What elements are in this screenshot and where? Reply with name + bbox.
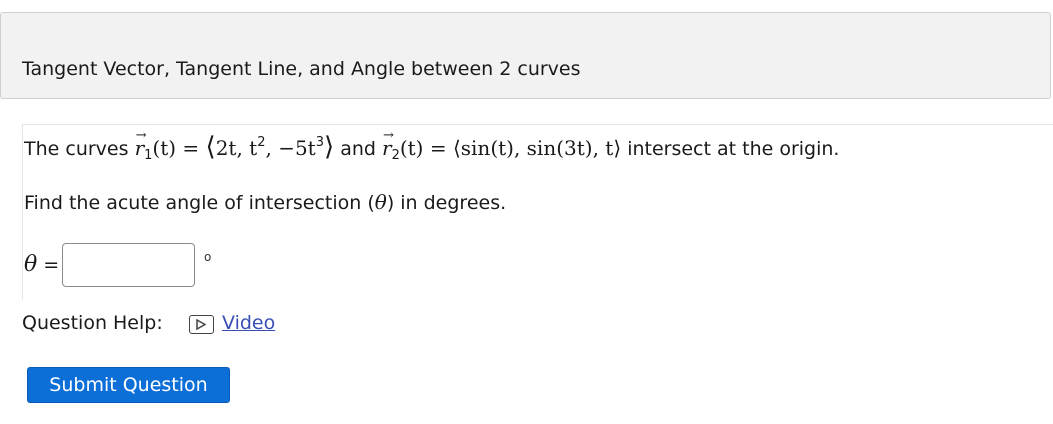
statement-outro: intersect at the origin. bbox=[627, 138, 840, 160]
answer-input[interactable] bbox=[62, 243, 195, 287]
curve-r1-open-bracket: ⟨ bbox=[205, 132, 216, 162]
degree-unit: o bbox=[204, 250, 212, 264]
answer-theta-symbol: θ bbox=[24, 252, 38, 277]
curve-r1-symbol: r bbox=[135, 124, 146, 160]
statement-intro: The curves bbox=[24, 138, 129, 160]
prompt-theta-symbol: θ bbox=[374, 190, 387, 214]
question-prompt: Find the acute angle of intersection (θ)… bbox=[24, 190, 506, 215]
submit-question-button[interactable]: Submit Question bbox=[27, 367, 230, 403]
statement-and: and bbox=[340, 138, 376, 160]
play-video-icon[interactable] bbox=[189, 315, 214, 334]
curve-r1-exponent-2: 3 bbox=[315, 135, 324, 150]
prompt-before: Find the acute angle of intersection ( bbox=[24, 192, 375, 214]
curve-r2-arg: (t) = bbox=[399, 136, 453, 160]
answer-equals: = bbox=[37, 254, 60, 276]
curve-r2-subscript: 2 bbox=[391, 148, 400, 163]
curve-r2-symbol: r bbox=[382, 124, 393, 160]
prompt-after: ) in degrees. bbox=[386, 192, 507, 214]
question-statement: The curves r1(t) = ⟨2t, t2, −5t3⟩ and r2… bbox=[24, 124, 840, 168]
curve-r1-arg: (t) = bbox=[152, 136, 206, 160]
curve-r1-component-2: , −5t bbox=[265, 136, 316, 160]
curve-r2-expression: ⟨sin(t), sin(3t), t⟩ bbox=[452, 136, 622, 160]
question-help-label: Question Help: bbox=[22, 312, 163, 334]
question-title: Tangent Vector, Tangent Line, and Angle … bbox=[22, 58, 581, 80]
answer-label: θ = bbox=[24, 252, 59, 277]
question-title-bar: Tangent Vector, Tangent Line, and Angle … bbox=[0, 12, 1051, 99]
curve-r1-close-bracket: ⟩ bbox=[324, 132, 335, 162]
curve-r1-component-1: 2t, t bbox=[215, 136, 258, 160]
video-help-link[interactable]: Video bbox=[222, 312, 275, 334]
